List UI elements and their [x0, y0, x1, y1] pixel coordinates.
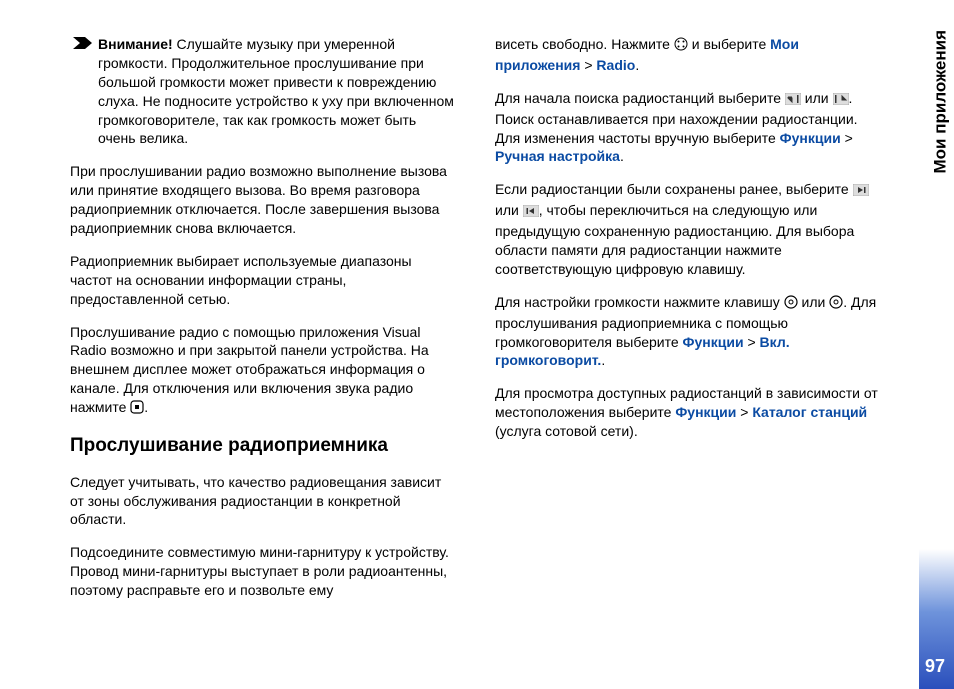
text-run: Если радиостанции были сохранены ранее, …: [495, 181, 853, 197]
warning-block: Внимание! Слушайте музыку при умеренной …: [70, 35, 455, 148]
scroll-key-icon: [829, 295, 843, 314]
warning-title: Внимание!: [98, 36, 173, 52]
separator: >: [736, 404, 752, 420]
seek-down-icon: [833, 91, 849, 110]
link-station-directory: Каталог станций: [752, 404, 867, 420]
text-run: или: [805, 90, 833, 106]
manual-page: Внимание! Слушайте музыку при умеренной …: [0, 0, 954, 689]
paragraph: Для настройки громкости нажмите клавишу …: [495, 293, 880, 371]
warning-body: Слушайте музыку при умеренной громкости.…: [98, 36, 454, 146]
separator: >: [580, 57, 596, 73]
link-manual-tune: Ручная настройка: [495, 148, 620, 164]
text-run: .: [620, 148, 624, 164]
text-run: .: [601, 352, 605, 368]
side-tab-label: Мои приложения: [930, 30, 950, 173]
warning-icon: [70, 35, 98, 53]
paragraph: Для начала поиска радиостанций выберите …: [495, 89, 880, 167]
menu-key-icon: [674, 37, 688, 56]
text-run: Прослушивание радио с помощью приложения…: [70, 324, 429, 416]
paragraph: висеть свободно. Нажмите и выберите Мои …: [495, 35, 880, 75]
section-heading: Прослушивание радиоприемника: [70, 433, 455, 459]
right-column: висеть свободно. Нажмите и выберите Мои …: [495, 35, 880, 614]
paragraph: Следует учитывать, что качество радиовещ…: [70, 473, 455, 530]
text-run: (услуга сотовой сети).: [495, 423, 638, 439]
paragraph: Подсоедините совместимую мини-гарнитуру …: [70, 543, 455, 600]
text-run: , чтобы переключиться на следующую или п…: [495, 202, 854, 277]
link-radio: Radio: [596, 57, 635, 73]
paragraph: Если радиостанции были сохранены ранее, …: [495, 180, 880, 278]
text-run: Для начала поиска радиостанций выберите: [495, 90, 785, 106]
paragraph: При прослушивании радио возможно выполне…: [70, 162, 455, 238]
separator: >: [744, 334, 760, 350]
side-tab: Мои приложения 97: [919, 0, 954, 689]
separator: >: [841, 130, 853, 146]
link-options: Функции: [683, 334, 744, 350]
paragraph: Для просмотра доступных радиостанций в з…: [495, 384, 880, 441]
paragraph: Прослушивание радио с помощью приложения…: [70, 323, 455, 419]
text-run: или: [495, 202, 523, 218]
page-content: Внимание! Слушайте музыку при умеренной …: [70, 35, 880, 614]
seek-up-icon: [785, 91, 801, 110]
page-number: 97: [921, 656, 949, 677]
scroll-key-icon: [784, 295, 798, 314]
text-run: .: [635, 57, 639, 73]
next-station-icon: [853, 182, 869, 201]
left-column: Внимание! Слушайте музыку при умеренной …: [70, 35, 455, 614]
prev-station-icon: [523, 203, 539, 222]
paragraph: Радиоприемник выбирает используемые диап…: [70, 252, 455, 309]
center-key-icon: [130, 400, 144, 419]
text-run: Для настройки громкости нажмите клавишу: [495, 294, 784, 310]
text-run: .: [144, 399, 148, 415]
text-run: или: [802, 294, 830, 310]
text-run: висеть свободно. Нажмите: [495, 36, 674, 52]
link-options: Функции: [675, 404, 736, 420]
text-run: и выберите: [692, 36, 770, 52]
link-options: Функции: [780, 130, 841, 146]
warning-text: Внимание! Слушайте музыку при умеренной …: [98, 35, 455, 148]
